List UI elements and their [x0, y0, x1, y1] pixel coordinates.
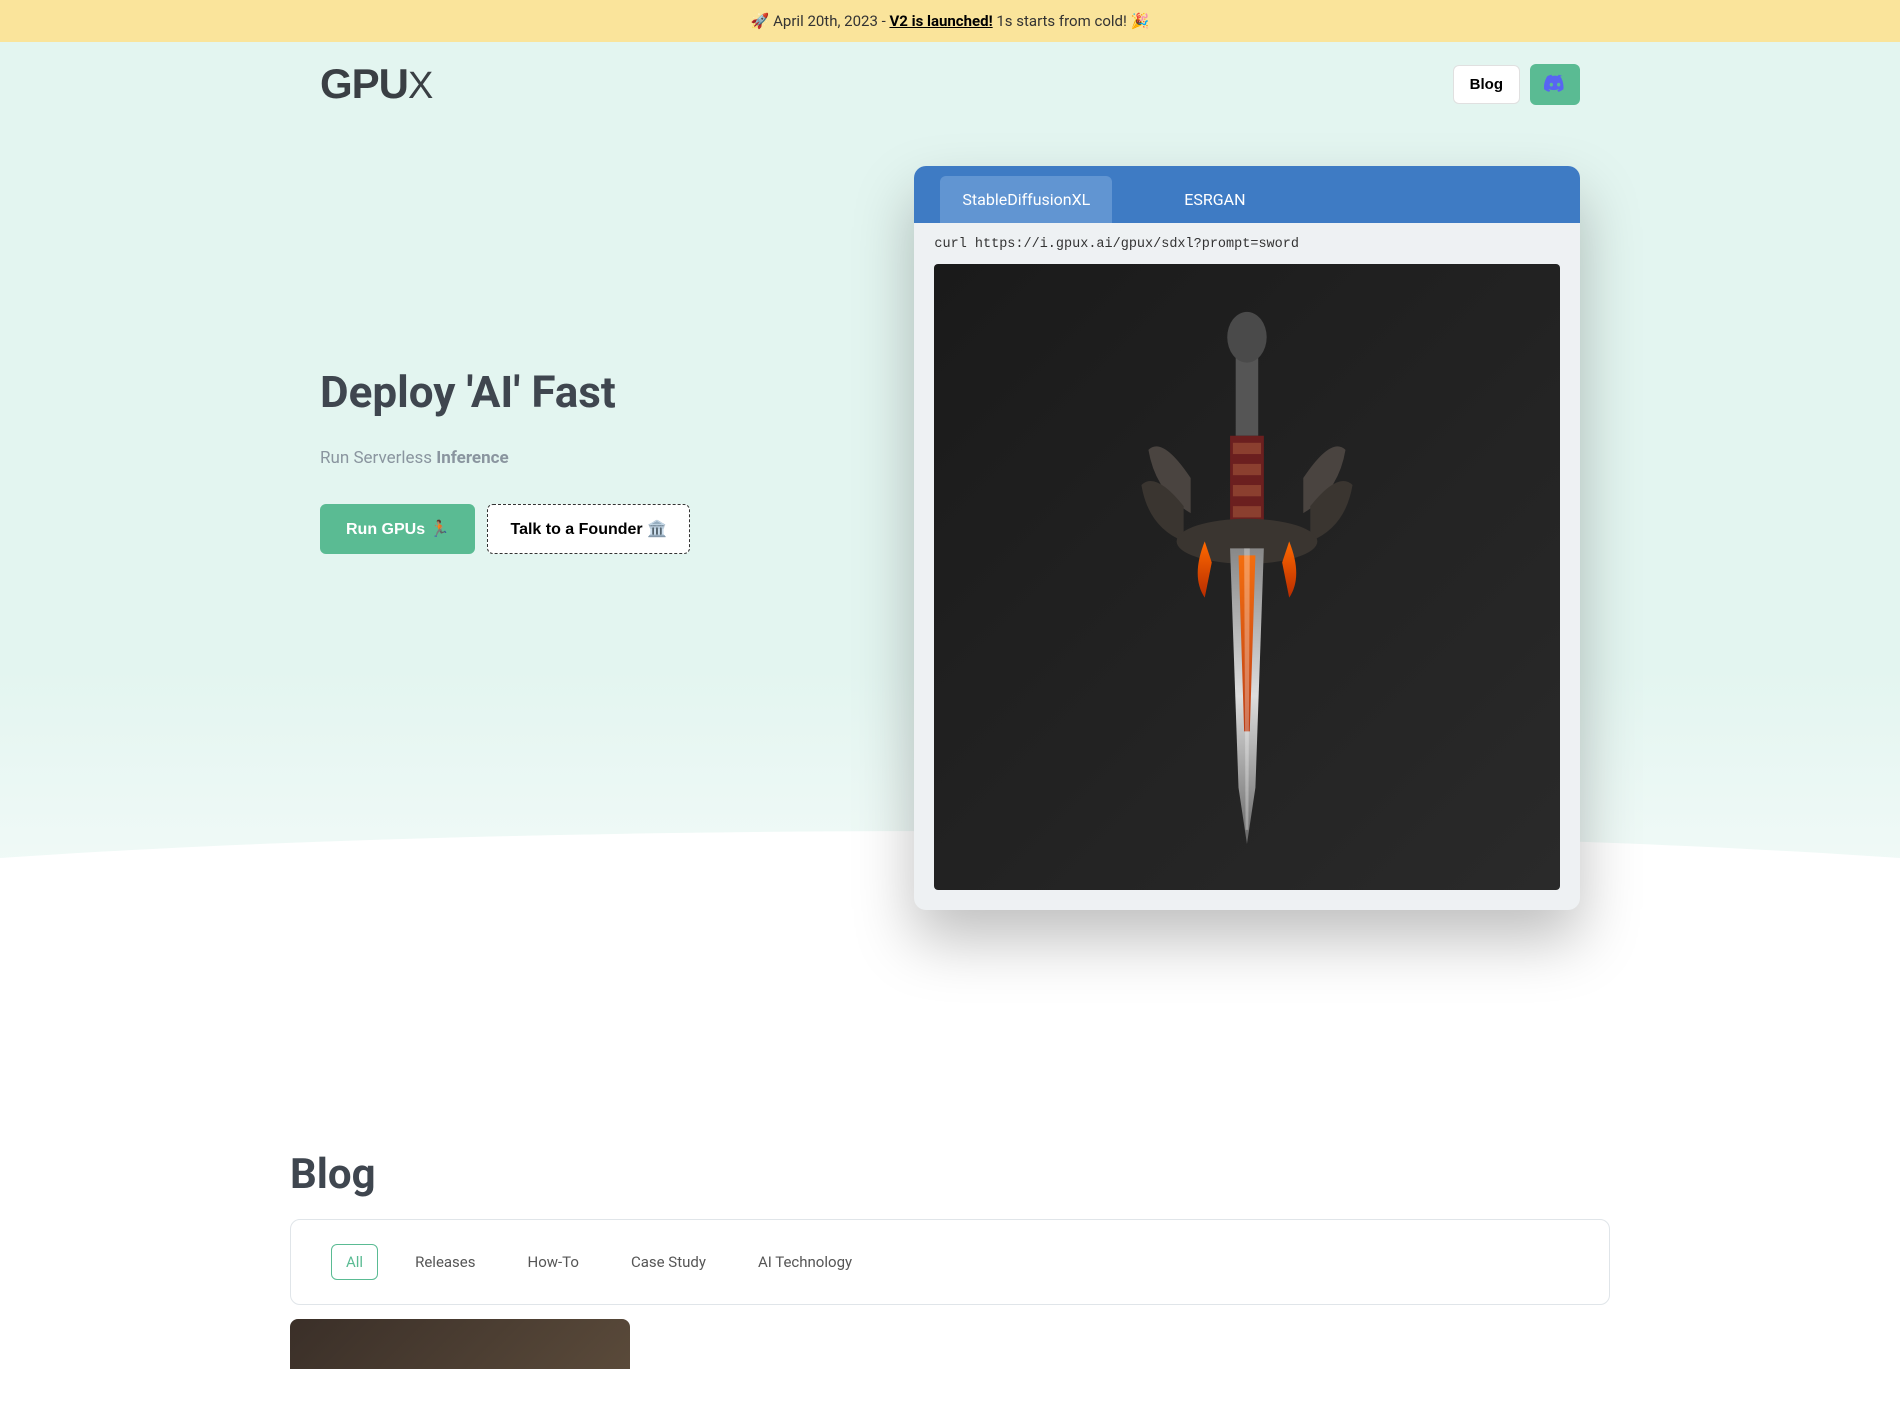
- run-gpus-button[interactable]: Run GPUs 🏃🏽: [320, 504, 475, 554]
- generated-image: [934, 264, 1560, 890]
- hero-title: Deploy 'AI' Fast: [320, 366, 874, 418]
- logo[interactable]: GPUX: [320, 60, 432, 108]
- party-icon: 🎉: [1131, 12, 1150, 30]
- demo-card: StableDiffusionXL ESRGAN curl https://i.…: [914, 166, 1580, 910]
- discord-icon: [1544, 74, 1566, 95]
- discord-button[interactable]: [1530, 64, 1580, 105]
- top-nav: GPUX Blog: [320, 42, 1580, 126]
- blog-heading: Blog: [290, 1150, 1610, 1199]
- announcement-banner: 🚀 April 20th, 2023 - V2 is launched! 1s …: [0, 0, 1900, 42]
- talk-founder-button[interactable]: Talk to a Founder 🏛️: [487, 504, 690, 554]
- hero-sub-pre: Run Serverless: [320, 448, 436, 468]
- rocket-icon: 🚀: [751, 12, 770, 30]
- logo-x: X: [408, 65, 432, 107]
- filter-howto[interactable]: How-To: [513, 1244, 594, 1280]
- demo-tabs: StableDiffusionXL ESRGAN: [914, 166, 1580, 223]
- banner-after: 1s starts from cold!: [996, 12, 1130, 30]
- tab-stablediffusionxl[interactable]: StableDiffusionXL: [940, 176, 1112, 223]
- curl-command: curl https://i.gpux.ai/gpux/sdxl?prompt=…: [934, 237, 1560, 252]
- hero-subtitle: Run Serverless Inference: [320, 448, 874, 468]
- filter-casestudy[interactable]: Case Study: [616, 1244, 721, 1280]
- banner-link[interactable]: V2 is launched!: [889, 12, 992, 30]
- filter-releases[interactable]: Releases: [400, 1244, 490, 1280]
- banner-date: April 20th, 2023 -: [773, 12, 889, 30]
- filter-all[interactable]: All: [331, 1244, 378, 1280]
- filter-aitech[interactable]: AI Technology: [743, 1244, 867, 1280]
- logo-text: GPU: [320, 60, 408, 107]
- hero-sub-bold: Inference: [436, 448, 508, 468]
- tab-esrgan[interactable]: ESRGAN: [1162, 176, 1267, 223]
- blog-filter-box: All Releases How-To Case Study AI Techno…: [290, 1219, 1610, 1305]
- blog-nav-button[interactable]: Blog: [1453, 65, 1520, 104]
- blog-card[interactable]: [290, 1319, 630, 1369]
- sword-icon: [1028, 295, 1466, 858]
